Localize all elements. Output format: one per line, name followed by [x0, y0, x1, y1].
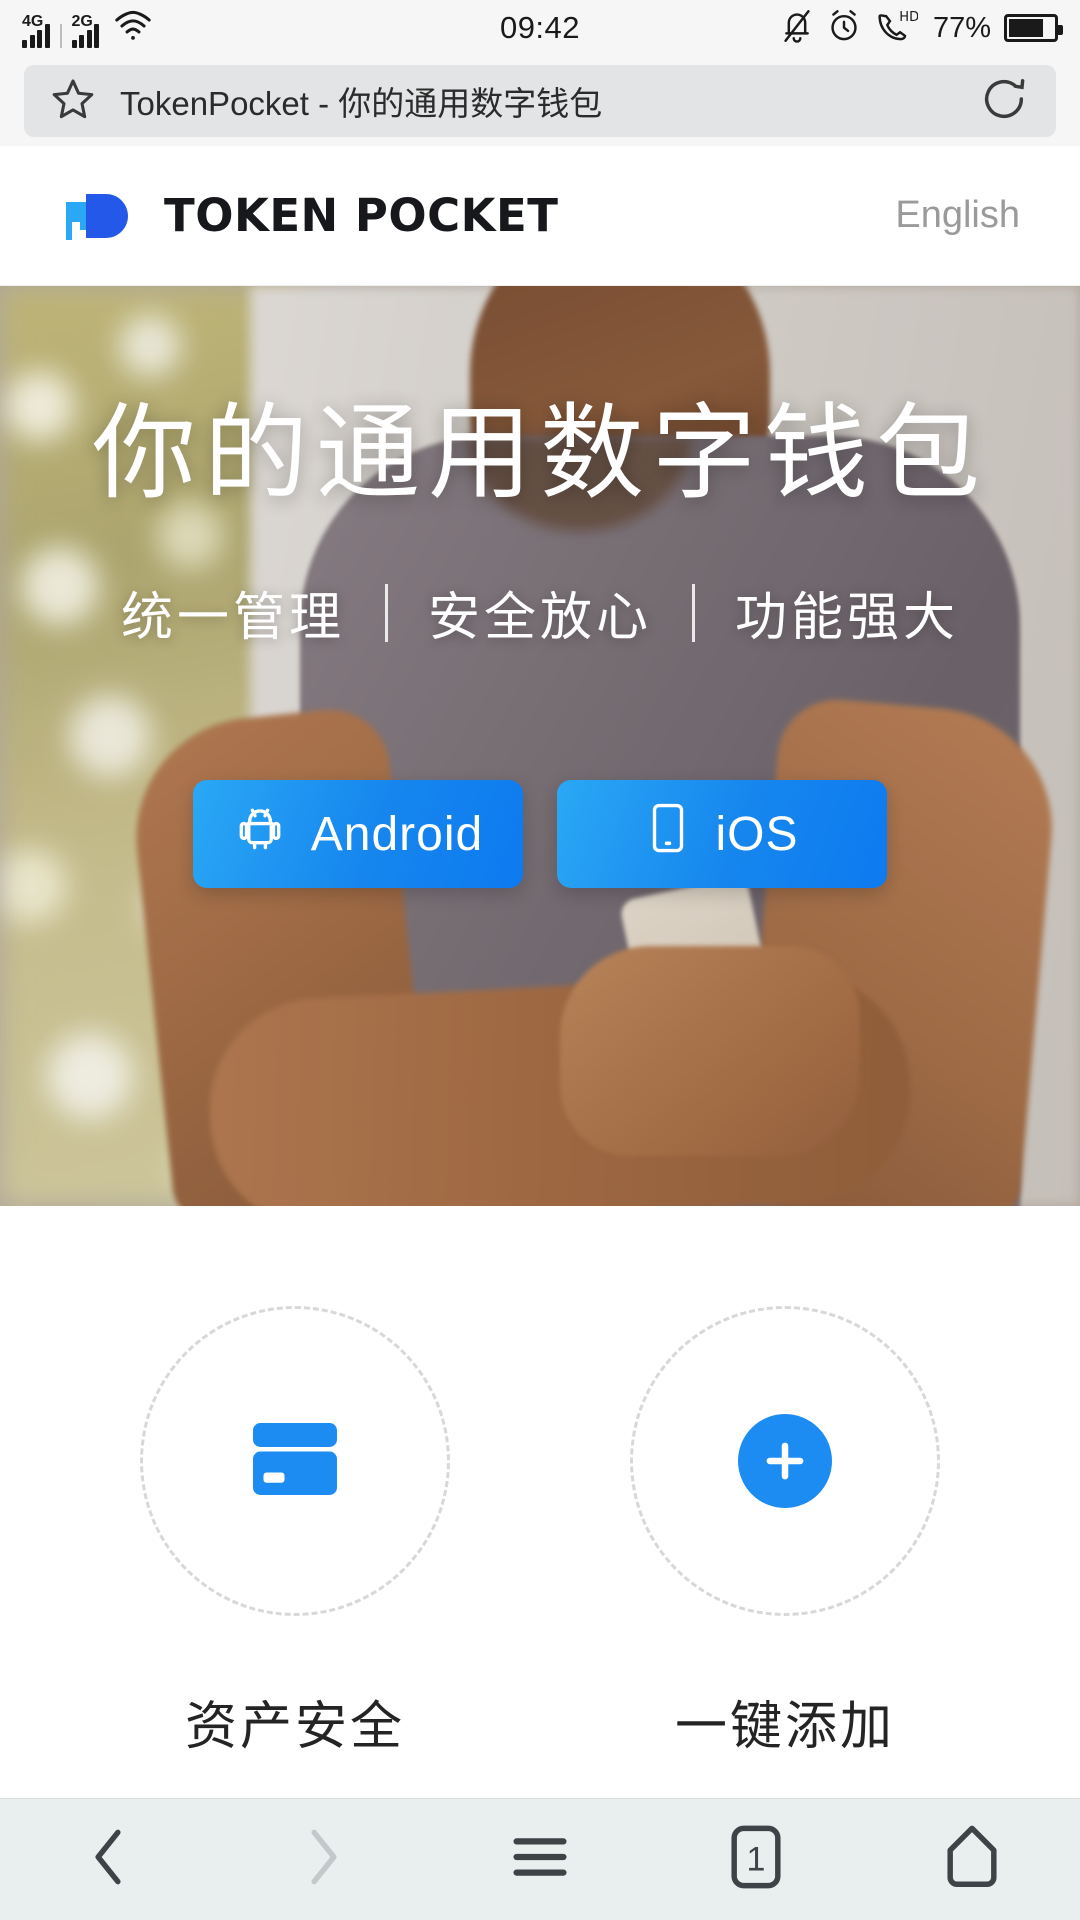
hero-feature-3: 功能强大 — [735, 588, 960, 648]
hero-feature-2: 安全放心 — [427, 588, 652, 648]
browser-bottom-nav: 1 — [0, 1798, 1080, 1920]
tokenpocket-logo-icon — [60, 178, 136, 254]
language-switcher[interactable]: English — [895, 194, 1020, 237]
hamburger-menu-icon — [507, 1831, 573, 1888]
star-icon[interactable] — [50, 76, 96, 127]
svg-text:HD: HD — [899, 10, 918, 25]
brand-wordmark: TOKEN POCKET — [164, 189, 559, 242]
hero-headline: 你的通用数字钱包 — [91, 392, 988, 514]
nav-tab-count-label: 1 — [746, 1840, 766, 1878]
alarm-clock-icon — [827, 8, 861, 49]
android-robot-icon — [233, 801, 287, 867]
nav-home-button[interactable] — [897, 1799, 1047, 1920]
download-buttons: Android iOS — [193, 780, 887, 888]
home-icon — [942, 1821, 1002, 1898]
battery-icon — [1004, 14, 1063, 42]
battery-percent-label: 77% — [932, 11, 991, 44]
download-android-button[interactable]: Android — [193, 780, 523, 888]
site-header: TOKEN POCKET English — [0, 146, 1080, 286]
nav-back-button[interactable] — [33, 1799, 183, 1920]
nav-tabs-button[interactable]: 1 — [681, 1799, 831, 1920]
download-ios-label: iOS — [715, 807, 799, 861]
phone-screen: 4G 2G 09:42 HD 77% TokenPocket - 你的通用数字钱… — [0, 0, 1080, 1920]
feature-circle — [630, 1306, 940, 1616]
feature-circle — [140, 1306, 450, 1616]
hd-call-icon: HD — [874, 8, 919, 49]
status-bar-right: HD 77% — [780, 8, 1063, 49]
feature-card-one-click-add[interactable]: 一键添加 — [595, 1306, 975, 1796]
wallet-card-icon — [247, 1417, 343, 1506]
nav-menu-button[interactable] — [465, 1799, 615, 1920]
mobile-phone-icon — [645, 801, 691, 867]
chevron-left-icon — [82, 1825, 134, 1894]
hero-section: 你的通用数字钱包 统一管理 安全放心 功能强大 Android iOS — [0, 286, 1080, 1206]
hero-feature-1: 统一管理 — [120, 588, 345, 648]
feature-card-label: 一键添加 — [674, 1697, 895, 1757]
hero-content: 你的通用数字钱包 统一管理 安全放心 功能强大 Android iOS — [0, 286, 1080, 1206]
feature-cards-section: 资产安全 一键添加 — [0, 1206, 1080, 1796]
refresh-icon[interactable] — [978, 73, 1030, 130]
bell-mute-icon — [780, 8, 814, 49]
page-title[interactable]: TokenPocket - 你的通用数字钱包 — [120, 77, 954, 125]
chevron-right-icon — [298, 1825, 350, 1894]
hero-feature-divider-1 — [384, 583, 388, 642]
status-bar: 4G 2G 09:42 HD 77% — [0, 0, 1080, 56]
brand-logo[interactable]: TOKEN POCKET — [60, 178, 558, 254]
nav-forward-button[interactable] — [249, 1799, 399, 1920]
feature-card-label: 资产安全 — [184, 1697, 405, 1757]
hero-feature-list: 统一管理 安全放心 功能强大 — [121, 575, 959, 650]
browser-address-bar: TokenPocket - 你的通用数字钱包 — [0, 56, 1080, 146]
plus-circle-icon — [738, 1414, 832, 1508]
feature-card-asset-security[interactable]: 资产安全 — [105, 1306, 485, 1796]
url-box[interactable]: TokenPocket - 你的通用数字钱包 — [24, 65, 1056, 137]
download-android-label: Android — [310, 807, 484, 861]
download-ios-button[interactable]: iOS — [557, 780, 887, 888]
hero-feature-divider-2 — [692, 583, 695, 642]
